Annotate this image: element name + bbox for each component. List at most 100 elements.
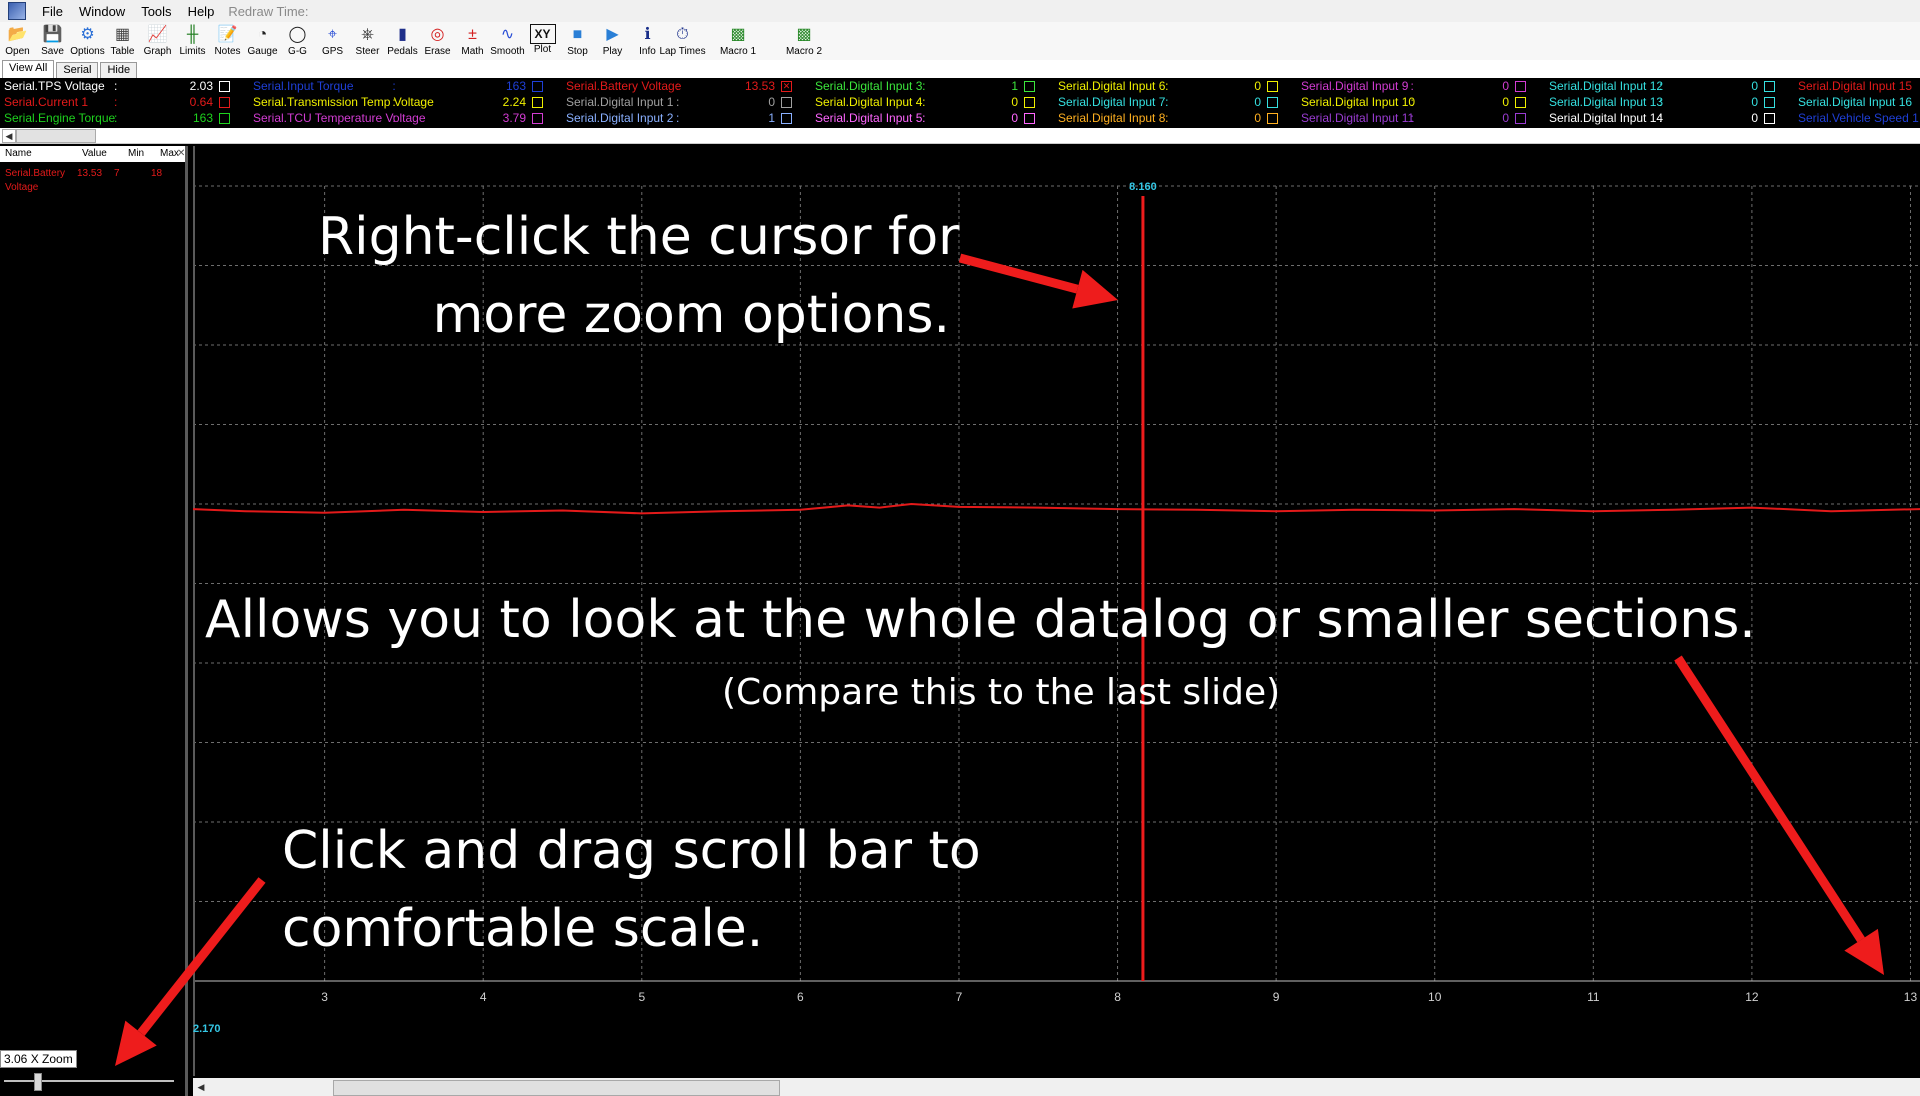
time-scrollbar[interactable]: ◀ <box>193 1078 1920 1096</box>
toolbar-button-open[interactable]: 📂 Open <box>0 22 35 60</box>
scroll-left-icon[interactable]: ◀ <box>195 1081 207 1093</box>
channel-checkbox[interactable] <box>532 113 543 124</box>
channel-checkbox[interactable] <box>1024 97 1035 108</box>
erase-icon: ◎ <box>430 26 445 43</box>
channel-item[interactable]: Serial.Engine Torque: 163 <box>4 110 243 126</box>
gauge-icon: ◔ <box>257 26 268 43</box>
channel-checkbox[interactable] <box>532 97 543 108</box>
channel-item[interactable]: Serial.Digital Input 1: 0 <box>566 94 805 110</box>
channel-item[interactable]: Serial.Digital Input 8: 0 <box>1058 110 1291 126</box>
toolbar-button-steer[interactable]: ⎈ Steer <box>350 22 385 60</box>
channel-item[interactable]: Serial.Digital Input 5: 0 <box>815 110 1048 126</box>
channel-item[interactable]: Serial.Digital Input 14: 0 <box>1549 110 1788 126</box>
graph-icon: 📈 <box>147 26 168 43</box>
channel-checkbox[interactable] <box>1267 97 1278 108</box>
toolbar-button-label: Open <box>5 46 30 57</box>
math-icon: ± <box>468 26 477 43</box>
toolbar-button-pedals[interactable]: ▮ Pedals <box>385 22 420 60</box>
channel-item[interactable]: Serial.TPS Voltage: 2.03 <box>4 78 243 94</box>
close-icon[interactable]: ✕ <box>177 148 185 159</box>
channel-name: Serial.Engine Torque <box>4 111 116 125</box>
channel-checkbox[interactable] <box>781 97 792 108</box>
channel-checkbox[interactable] <box>1515 97 1526 108</box>
channel-item[interactable]: Serial.Digital Input 16 <box>1798 94 1920 110</box>
channel-checkbox[interactable] <box>1764 81 1775 92</box>
channel-separator: : <box>922 95 926 109</box>
channel-item[interactable]: Serial.Battery Voltage: 13.53 ✕ <box>566 78 805 94</box>
toolbar-button-smooth[interactable]: ∿ Smooth <box>490 22 525 60</box>
toolbar-button-table[interactable]: ▦ Table <box>105 22 140 60</box>
compare-annotation: (Compare this to the last slide) <box>722 672 1281 713</box>
menu-help[interactable]: Help <box>180 4 223 19</box>
channel-checkbox[interactable] <box>219 81 230 92</box>
toolbar-button-macro-2[interactable]: ▩ Macro 2 <box>776 22 832 60</box>
channel-scrollbar[interactable]: ◀ <box>0 128 1920 144</box>
channel-checkbox[interactable] <box>781 113 792 124</box>
macro-icon: ▩ <box>730 26 746 43</box>
channel-item[interactable]: Serial.Input Torque: 163 <box>253 78 556 94</box>
tab-serial[interactable]: Serial <box>56 62 99 78</box>
channel-scroll-thumb[interactable] <box>16 129 96 143</box>
menu-tools[interactable]: Tools <box>133 4 179 19</box>
channel-checkbox[interactable] <box>219 113 230 124</box>
toolbar-button-macro-1[interactable]: ▩ Macro 1 <box>710 22 766 60</box>
channel-checkbox[interactable] <box>1267 113 1278 124</box>
channel-item[interactable]: Serial.Digital Input 10: 0 <box>1301 94 1539 110</box>
toolbar-button-options[interactable]: ⚙ Options <box>70 22 105 60</box>
channel-item[interactable]: Serial.Digital Input 9: 0 <box>1301 78 1539 94</box>
channel-separator: : <box>113 111 118 125</box>
toolbar-button-notes[interactable]: 📝 Notes <box>210 22 245 60</box>
channel-checkbox[interactable] <box>1764 113 1775 124</box>
tab-hide[interactable]: Hide <box>100 62 138 78</box>
channel-item[interactable]: Serial.Digital Input 6: 0 <box>1058 78 1291 94</box>
toolbar-button-plot[interactable]: XY Plot <box>525 22 560 60</box>
channel-item[interactable]: Serial.Digital Input 15 <box>1798 78 1920 94</box>
channel-checkbox[interactable] <box>1024 113 1035 124</box>
channel-checkbox[interactable] <box>532 81 543 92</box>
channel-item[interactable]: Serial.Digital Input 11: 0 <box>1301 110 1539 126</box>
channel-checkbox[interactable] <box>1267 81 1278 92</box>
channel-checkbox[interactable] <box>1764 97 1775 108</box>
channel-separator: : <box>1165 111 1169 125</box>
toolbar-button-erase[interactable]: ◎ Erase <box>420 22 455 60</box>
channel-item[interactable]: Serial.Digital Input 2: 1 <box>566 110 805 126</box>
toolbar-button-stop[interactable]: ■ Stop <box>560 22 595 60</box>
cursor-value-label: 8.160 <box>1129 181 1157 193</box>
zoom-slider[interactable] <box>0 1070 180 1096</box>
menu-file[interactable]: File <box>34 4 71 19</box>
toolbar-button-lap-times[interactable]: ⏱ Lap Times <box>659 22 705 60</box>
channel-item[interactable]: Serial.Current 1: 0.64 <box>4 94 243 110</box>
channel-item[interactable]: Serial.Vehicle Speed 1 <box>1798 110 1920 126</box>
redraw-time-label: Redraw Time: <box>228 3 309 19</box>
channel-item[interactable]: Serial.Digital Input 3: 1 <box>815 78 1048 94</box>
channel-name: Serial.Digital Input 8 <box>1058 111 1166 125</box>
toolbar-button-graph[interactable]: 📈 Graph <box>140 22 175 60</box>
toolbar-button-gps[interactable]: ⌖ GPS <box>315 22 350 60</box>
channel-item[interactable]: Serial.Digital Input 13: 0 <box>1549 94 1788 110</box>
time-scroll-thumb[interactable] <box>333 1080 780 1096</box>
x-tick-label: 7 <box>956 990 963 1004</box>
toolbar-button-gauge[interactable]: ◔ Gauge <box>245 22 280 60</box>
channel-item[interactable]: Serial.TCU Temperature Voltage: 3.79 <box>253 110 556 126</box>
x-tick-label: 9 <box>1273 990 1280 1004</box>
scroll-left-icon[interactable]: ◀ <box>2 129 16 143</box>
channel-item[interactable]: Serial.Transmission Temp Voltage: 2.24 <box>253 94 556 110</box>
toolbar-button-g-g[interactable]: ◯ G-G <box>280 22 315 60</box>
channel-item[interactable]: Serial.Digital Input 7: 0 <box>1058 94 1291 110</box>
channel-item[interactable]: Serial.Digital Input 4: 0 <box>815 94 1048 110</box>
toolbar-button-math[interactable]: ± Math <box>455 22 490 60</box>
channel-checkbox[interactable] <box>219 97 230 108</box>
checked-checkbox[interactable]: ✕ <box>781 81 792 92</box>
tab-view-all[interactable]: View All <box>2 60 55 78</box>
channel-item[interactable]: Serial.Digital Input 12: 0 <box>1549 78 1788 94</box>
toolbar-button-save[interactable]: 💾 Save <box>35 22 70 60</box>
series-point <box>323 511 326 514</box>
menu-window[interactable]: Window <box>71 4 133 19</box>
toolbar-button-play[interactable]: ▶ Play <box>595 22 630 60</box>
channel-checkbox[interactable] <box>1515 81 1526 92</box>
channel-checkbox[interactable] <box>1024 81 1035 92</box>
channel-checkbox[interactable] <box>1515 113 1526 124</box>
toolbar-button-limits[interactable]: ╫ Limits <box>175 22 210 60</box>
series-point <box>910 503 913 505</box>
zoom-slider-thumb[interactable] <box>34 1073 42 1091</box>
